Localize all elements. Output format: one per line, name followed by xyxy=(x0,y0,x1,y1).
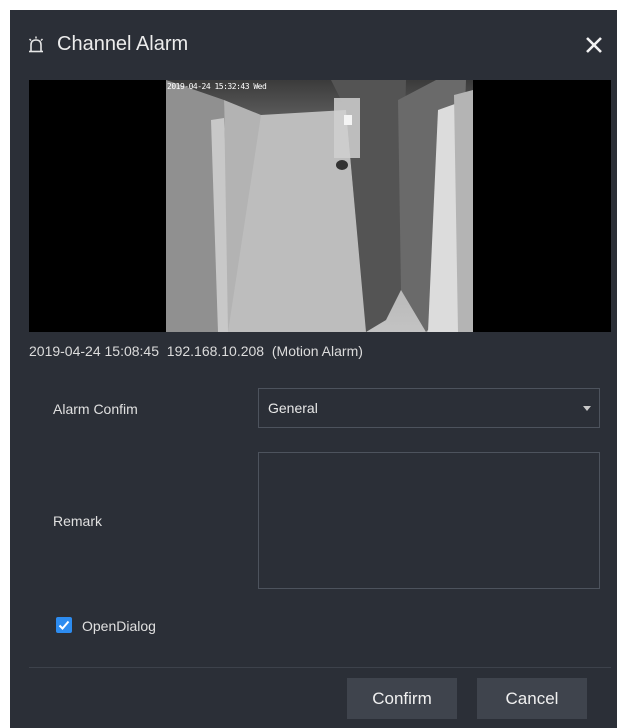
alarm-confirm-select[interactable]: General xyxy=(258,388,600,428)
confirm-button[interactable]: Confirm xyxy=(347,678,457,719)
divider xyxy=(29,667,611,668)
cancel-button[interactable]: Cancel xyxy=(477,678,587,719)
open-dialog-checkbox[interactable] xyxy=(56,617,72,633)
dialog-titlebar: Channel Alarm xyxy=(10,10,617,80)
checkmark-icon xyxy=(58,620,70,630)
close-icon[interactable] xyxy=(584,35,604,55)
video-osd-timestamp: 2019-04-24 15:32:43 Wed xyxy=(167,82,267,91)
video-preview[interactable]: 2019-04-24 15:32:43 Wed xyxy=(29,80,611,332)
camera-frame: 2019-04-24 15:32:43 Wed xyxy=(166,80,473,332)
remark-label: Remark xyxy=(53,513,103,529)
alarm-bell-icon xyxy=(26,35,46,55)
chevron-down-icon xyxy=(583,406,591,411)
remark-textarea[interactable] xyxy=(258,452,600,589)
dialog-title: Channel Alarm xyxy=(57,33,189,55)
open-dialog-label: OpenDialog xyxy=(82,618,156,634)
alarm-confirm-label: Alarm Confim xyxy=(53,401,138,417)
alarm-info-line: 2019-04-24 15:08:45 192.168.10.208 (Moti… xyxy=(29,343,363,359)
channel-alarm-dialog: Channel Alarm 2019-04-24 15:32:43 Wed 20… xyxy=(10,10,617,728)
alarm-confirm-value: General xyxy=(268,400,318,416)
